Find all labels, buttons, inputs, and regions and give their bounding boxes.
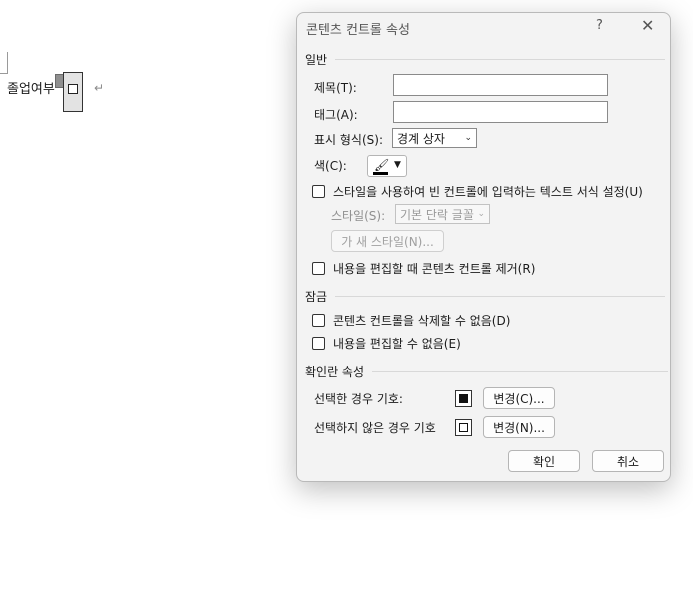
cannot-edit-checkbox-row[interactable]: 내용을 편집할 수 없음(E) <box>312 335 461 352</box>
display-select[interactable]: 경계 상자 ⌄ <box>392 128 477 148</box>
content-control-properties-dialog: 콘텐츠 컨트롤 속성 ? ✕ 일반 제목(T): 태그(A): 표시 형식(S)… <box>296 12 671 482</box>
close-icon[interactable]: ✕ <box>641 16 654 35</box>
display-select-value: 경계 상자 <box>397 131 445 146</box>
margin-marker <box>0 52 8 74</box>
section-general: 일반 <box>305 51 666 68</box>
remove-control-checkbox-row[interactable]: 내용을 편집할 때 콘텐츠 컨트롤 제거(R) <box>312 260 535 277</box>
paragraph-mark: ↵ <box>94 81 105 95</box>
use-style-label: 스타일을 사용하여 빈 컨트롤에 입력하는 텍스트 서식 설정(U) <box>333 185 643 199</box>
tag-input[interactable] <box>393 101 608 123</box>
empty-square-icon <box>459 423 468 432</box>
checkbox-glyph[interactable] <box>68 84 78 94</box>
unchecked-symbol-preview <box>455 419 472 436</box>
section-checkbox-properties: 확인란 속성 <box>305 363 669 380</box>
use-style-checkbox[interactable] <box>312 185 325 198</box>
chevron-down-icon: ⌄ <box>477 209 485 219</box>
color-picker-button[interactable]: 🖌 ▼ <box>367 155 407 177</box>
document-text[interactable]: 졸업여부 <box>7 78 55 97</box>
cannot-delete-checkbox-row[interactable]: 콘텐츠 컨트롤을 삭제할 수 없음(D) <box>312 312 510 329</box>
filled-square-icon <box>459 394 468 403</box>
dropdown-arrow-icon: ▼ <box>394 160 401 170</box>
remove-control-checkbox[interactable] <box>312 262 325 275</box>
cannot-edit-checkbox[interactable] <box>312 337 325 350</box>
change-checked-button[interactable]: 변경(C)... <box>483 387 555 409</box>
tag-label: 태그(A): <box>314 108 358 122</box>
style-label: 스타일(S): <box>331 209 386 223</box>
checked-symbol-preview <box>455 390 472 407</box>
title-input[interactable] <box>393 74 608 96</box>
use-style-checkbox-row[interactable]: 스타일을 사용하여 빈 컨트롤에 입력하는 텍스트 서식 설정(U) <box>312 183 643 200</box>
color-swatch <box>373 172 388 175</box>
section-general-header: 일반 <box>305 53 328 67</box>
title-label: 제목(T): <box>314 81 357 95</box>
cancel-button[interactable]: 취소 <box>592 450 664 472</box>
style-select-value: 기본 단락 글꼴 <box>400 207 474 222</box>
chevron-down-icon: ⌄ <box>464 133 472 143</box>
color-label: 색(C): <box>314 159 347 173</box>
paint-bucket-icon: 🖌 <box>374 158 390 172</box>
display-label: 표시 형식(S): <box>314 133 383 147</box>
checked-symbol-label: 선택한 경우 기호: <box>314 392 403 406</box>
style-select[interactable]: 기본 단락 글꼴 ⌄ <box>395 204 490 224</box>
ok-button[interactable]: 확인 <box>508 450 580 472</box>
new-style-button[interactable]: 가 새 스타일(N)... <box>331 230 444 252</box>
remove-control-label: 내용을 편집할 때 콘텐츠 컨트롤 제거(R) <box>333 262 536 276</box>
help-button[interactable]: ? <box>596 18 603 33</box>
cannot-delete-checkbox[interactable] <box>312 314 325 327</box>
cannot-edit-label: 내용을 편집할 수 없음(E) <box>333 337 461 351</box>
section-locking-header: 잠금 <box>305 290 328 304</box>
dialog-title: 콘텐츠 컨트롤 속성 <box>306 23 410 38</box>
unchecked-symbol-label: 선택하지 않은 경우 기호 <box>314 421 436 435</box>
cannot-delete-label: 콘텐츠 컨트롤을 삭제할 수 없음(D) <box>333 314 511 328</box>
section-locking: 잠금 <box>305 288 666 305</box>
section-checkbox-header: 확인란 속성 <box>305 365 365 379</box>
change-unchecked-button[interactable]: 변경(N)... <box>483 416 555 438</box>
